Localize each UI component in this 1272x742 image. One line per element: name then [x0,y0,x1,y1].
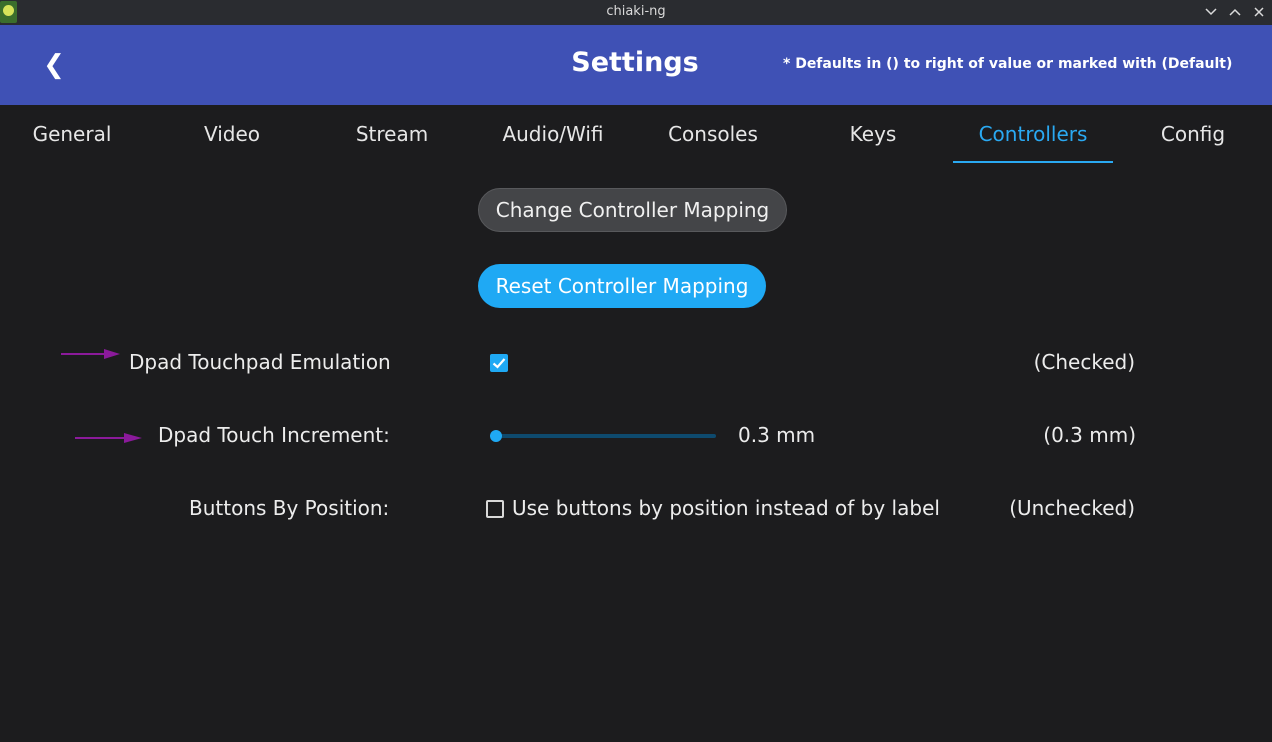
annotation-arrow-icon [75,433,142,443]
maximize-icon[interactable] [1226,2,1244,22]
settings-header: ❮ Settings * Defaults in () to right of … [0,25,1272,105]
dpad-touchpad-default: (Checked) [1033,350,1135,374]
reset-controller-mapping-button[interactable]: Reset Controller Mapping [478,264,766,308]
checkmark-icon [492,358,506,369]
tab-controllers[interactable]: Controllers [953,105,1113,165]
tab-config[interactable]: Config [1113,105,1272,165]
settings-tabs: General Video Stream Audio/Wifi Consoles… [0,105,1272,165]
defaults-note: * Defaults in () to right of value or ma… [783,56,1233,72]
dpad-increment-default: (0.3 mm) [1043,423,1136,447]
window-title: chiaki-ng [606,4,666,19]
tab-stream[interactable]: Stream [312,105,472,165]
buttons-by-position-label: Buttons By Position: [189,496,390,520]
dpad-increment-slider[interactable] [496,434,716,438]
dpad-increment-value: 0.3 mm [738,423,816,447]
tab-consoles[interactable]: Consoles [633,105,793,165]
slider-handle[interactable] [490,430,502,442]
page-title: Settings [571,47,699,78]
annotation-arrow-icon [61,349,120,359]
tab-audio-wifi[interactable]: Audio/Wifi [473,105,633,165]
dpad-touchpad-checkbox[interactable] [490,354,508,372]
dpad-increment-label: Dpad Touch Increment: [158,423,390,447]
window-titlebar: chiaki-ng [0,0,1272,25]
tab-keys[interactable]: Keys [793,105,953,165]
close-icon[interactable] [1250,2,1268,22]
tab-video[interactable]: Video [152,105,312,165]
back-button[interactable]: ❮ [40,47,68,83]
minimize-icon[interactable] [1202,2,1220,22]
change-controller-mapping-button[interactable]: Change Controller Mapping [478,188,787,232]
tab-general[interactable]: General [0,105,152,165]
dpad-touchpad-label: Dpad Touchpad Emulation [129,350,391,374]
buttons-by-position-checkbox-label[interactable]: Use buttons by position instead of by la… [512,496,940,520]
buttons-by-position-checkbox[interactable] [486,500,504,518]
buttons-by-position-default: (Unchecked) [1009,496,1135,520]
